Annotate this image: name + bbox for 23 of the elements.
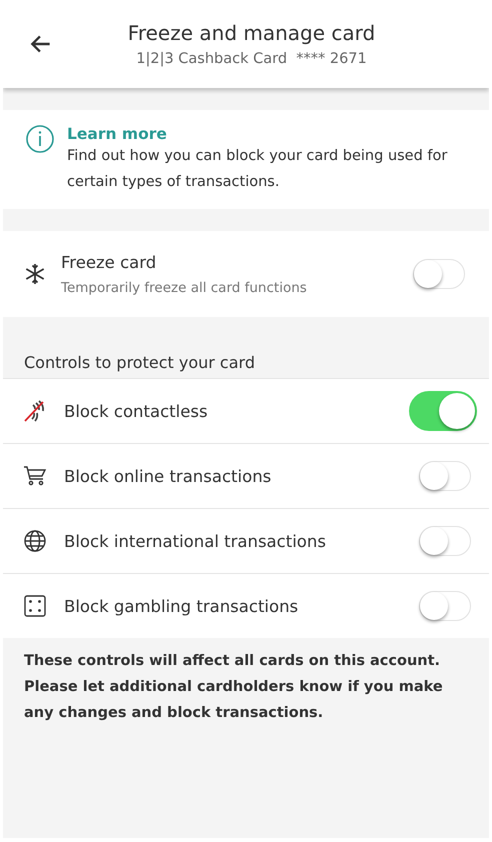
globe-icon — [23, 529, 47, 553]
learn-more-link[interactable]: Learn more — [67, 125, 167, 143]
toggle-switch[interactable] — [419, 526, 471, 556]
control-label: Block gambling transactions — [64, 596, 300, 616]
toggle-switch[interactable] — [419, 591, 471, 621]
section-heading: Controls to protect your card — [23, 352, 256, 374]
snowflake-icon — [23, 262, 47, 286]
info-icon — [25, 124, 55, 154]
shopping-cart-icon — [23, 464, 47, 488]
control-label: Block contactless — [64, 402, 209, 420]
info-text: Find out how you can block your card being used for certain types of transactions. — [67, 147, 448, 192]
control-label: Block online transactions — [64, 466, 272, 486]
toggle-switch[interactable] — [409, 391, 477, 431]
toggle-switch[interactable] — [419, 461, 471, 491]
control-label: Block international transactions — [64, 532, 327, 550]
account-note: These controls will affect all cards on this account. Please let additional cardholders know if you make any changes and block transactions. — [23, 652, 444, 723]
card-name: 1|2|3 Cashback Card **** 2671 — [135, 51, 368, 67]
dice-icon — [23, 594, 47, 618]
page-title: Freeze and manage card — [126, 21, 376, 45]
freeze-description: Temporarily freeze all card functions — [61, 280, 308, 296]
contactless-blocked-icon — [23, 399, 47, 423]
freeze-label: Freeze card — [61, 252, 158, 272]
freeze-toggle[interactable] — [413, 259, 465, 289]
